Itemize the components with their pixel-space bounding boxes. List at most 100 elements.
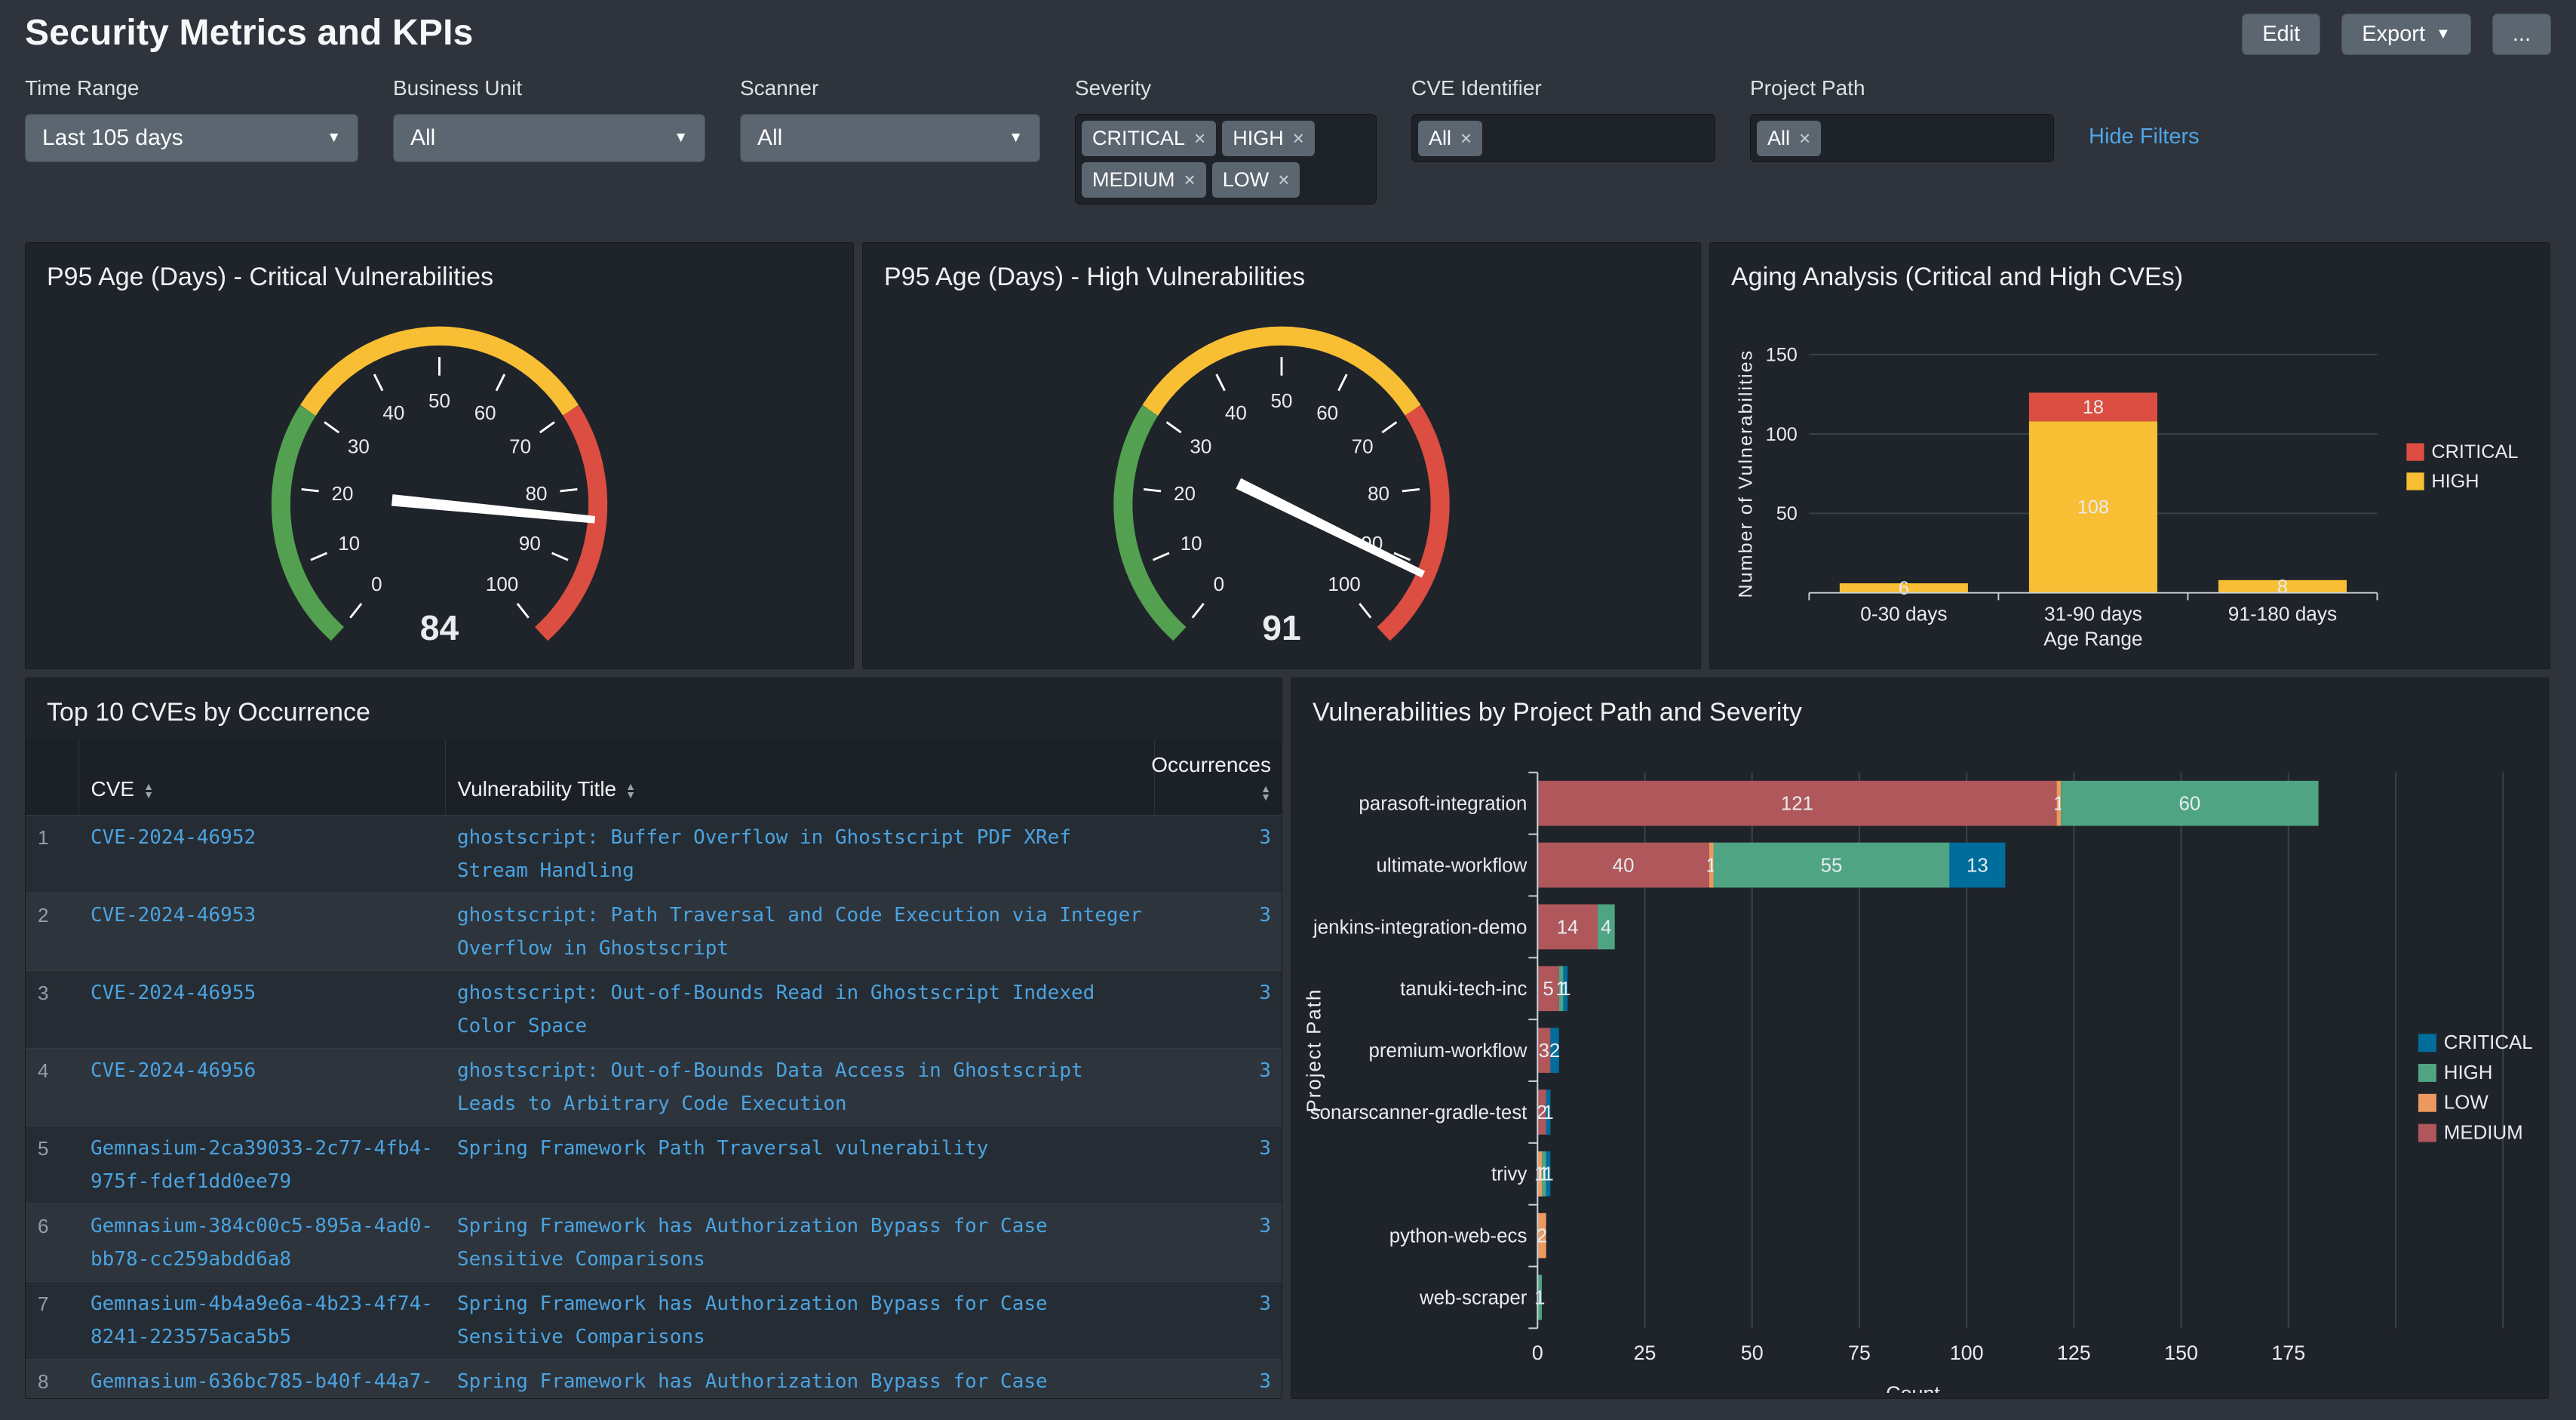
bar-value-label: 40: [1613, 856, 1635, 877]
filter-label: Business Unit: [393, 76, 705, 100]
occurrences-cell: 3: [1154, 1204, 1282, 1282]
filter-cve-identifier: CVE Identifier All×: [1411, 76, 1715, 162]
cve-identifier-input[interactable]: All×: [1411, 114, 1715, 162]
severity-token-high[interactable]: HIGH×: [1222, 121, 1315, 156]
filter-business-unit: Business Unit All ▼: [393, 76, 705, 162]
cve-link[interactable]: CVE-2024-46956: [91, 1059, 256, 1082]
bar-value-label: 1: [1543, 1164, 1553, 1185]
gauge-tick: [311, 553, 327, 560]
scanner-dropdown[interactable]: All ▼: [740, 114, 1040, 162]
close-icon[interactable]: ×: [1194, 127, 1205, 150]
occurrences-link[interactable]: 3: [1259, 1137, 1271, 1160]
occurrences-cell: 3: [1154, 1360, 1282, 1400]
vulnerability-title-link[interactable]: ghostscript: Out-of-Bounds Data Access i…: [457, 1059, 1083, 1115]
project-token-all[interactable]: All×: [1757, 121, 1821, 156]
y-axis-title: Project Path: [1304, 988, 1325, 1113]
cve-link[interactable]: CVE-2024-46955: [91, 982, 256, 1004]
vulnerability-title-link[interactable]: ghostscript: Path Traversal and Code Exe…: [457, 904, 1142, 960]
panel-grid: P95 Age (Days) - Critical Vulnerabilitie…: [0, 204, 2576, 1399]
occurrences-link[interactable]: 3: [1259, 1059, 1271, 1082]
title-column-header[interactable]: Vulnerability Title▲▼: [445, 739, 1154, 816]
table-row: 5Gemnasium-2ca39033-2c77-4fb4-975f-fdef1…: [26, 1126, 1282, 1204]
export-button[interactable]: Export▼: [2341, 14, 2471, 55]
cve-link[interactable]: Gemnasium-384c00c5-895a-4ad0-bb78-cc259a…: [91, 1215, 433, 1271]
severity-token-low[interactable]: LOW×: [1212, 162, 1300, 198]
y-category-label: tanuki-tech-inc: [1400, 979, 1527, 1000]
vulnerability-title-link[interactable]: Spring Framework has Authorization Bypas…: [457, 1292, 1048, 1348]
gauge-tick-label: 50: [428, 389, 450, 412]
vulnerability-title-link[interactable]: ghostscript: Out-of-Bounds Read in Ghost…: [457, 982, 1095, 1037]
gauge-value: 84: [420, 608, 459, 647]
edit-button[interactable]: Edit: [2242, 14, 2320, 55]
panel-top-cves: Top 10 CVEs by Occurrence CVE▲▼ Vulnerab…: [25, 678, 1282, 1399]
close-icon[interactable]: ×: [1460, 127, 1472, 150]
vulnerability-title-link[interactable]: Spring Framework has Authorization Bypas…: [457, 1215, 1048, 1271]
occurrences-link[interactable]: 3: [1259, 1292, 1271, 1315]
occurrences-link[interactable]: 3: [1259, 1370, 1271, 1393]
cve-link[interactable]: CVE-2024-46952: [91, 826, 256, 849]
bar-value-label: 14: [1557, 917, 1579, 938]
severity-token-medium[interactable]: MEDIUM×: [1082, 162, 1206, 198]
bar-value-label: 108: [2077, 497, 2109, 518]
vulnerability-title-link[interactable]: Spring Framework has Authorization Bypas…: [457, 1370, 1048, 1399]
business-unit-dropdown[interactable]: All ▼: [393, 114, 705, 162]
vulnerability-title-cell: Spring Framework has Authorization Bypas…: [445, 1360, 1154, 1400]
close-icon[interactable]: ×: [1293, 127, 1304, 150]
close-icon[interactable]: ×: [1184, 168, 1196, 192]
occurrences-link[interactable]: 3: [1259, 1215, 1271, 1237]
hide-filters: Hide Filters: [2089, 76, 2200, 149]
panel-title: P95 Age (Days) - Critical Vulnerabilitie…: [26, 243, 853, 300]
occurrences-link[interactable]: 3: [1259, 982, 1271, 1004]
cve-link[interactable]: Gemnasium-636bc785-b40f-44a7-9c71-115cc8…: [91, 1370, 433, 1399]
table-row: 3 CVE-2024-46955 ghostscript: Out-of-Bound…: [26, 971, 1282, 1049]
legend-swatch: [2406, 443, 2424, 460]
panel-gauge-high: P95 Age (Days) - High Vulnerabilities 01…: [862, 242, 1701, 669]
occurrences-column-header[interactable]: Occurrences▲▼: [1154, 739, 1282, 816]
dashboard: Security Metrics and KPIs Edit Export▼ .…: [0, 0, 2576, 1420]
bar-value-label: 5: [1543, 979, 1553, 1000]
occurrences-link[interactable]: 3: [1259, 904, 1271, 927]
close-icon[interactable]: ×: [1799, 127, 1810, 150]
gauge-tick-label: 80: [1368, 482, 1389, 505]
cve-token-all[interactable]: All×: [1418, 121, 1482, 156]
cve-link[interactable]: Gemnasium-2ca39033-2c77-4fb4-975f-fdef1d…: [91, 1137, 433, 1193]
vulnerability-title-cell: Spring Framework Path Traversal vulnerab…: [445, 1126, 1154, 1204]
project-path-input[interactable]: All×: [1750, 114, 2054, 162]
cve-cell: CVE-2024-46953: [78, 893, 445, 971]
row-number: 6: [26, 1204, 78, 1282]
filter-label: Project Path: [1750, 76, 2054, 100]
close-icon[interactable]: ×: [1278, 168, 1289, 192]
filter-label: Scanner: [740, 76, 1040, 100]
severity-token-critical[interactable]: CRITICAL×: [1082, 121, 1216, 156]
legend-label: CRITICAL: [2444, 1032, 2533, 1053]
hide-filters-link[interactable]: Hide Filters: [2089, 124, 2200, 149]
gauge-critical-chart: 010203040506070809010084: [26, 300, 853, 663]
x-tick-label: 100: [1950, 1342, 1984, 1364]
vulnerability-title-cell: ghostscript: Path Traversal and Code Exe…: [445, 893, 1154, 971]
gauge-tick-label: 60: [474, 401, 496, 424]
severity-multiselect[interactable]: CRITICAL× HIGH× MEDIUM× LOW×: [1075, 114, 1377, 204]
y-category-label: premium-workflow: [1368, 1040, 1527, 1062]
more-button[interactable]: ...: [2492, 14, 2551, 55]
x-tick-label: 175: [2271, 1342, 2305, 1364]
time-range-dropdown[interactable]: Last 105 days ▼: [25, 114, 358, 162]
gauge-tick: [1153, 553, 1169, 560]
cve-cell: Gemnasium-384c00c5-895a-4ad0-bb78-cc259a…: [78, 1204, 445, 1282]
cve-link[interactable]: CVE-2024-46953: [91, 904, 256, 927]
gauge-tick: [1402, 489, 1420, 491]
gauge-tick-label: 10: [1181, 532, 1202, 555]
x-tick-label: 75: [1848, 1342, 1871, 1364]
gauge-band: [1123, 410, 1180, 634]
legend-label: CRITICAL: [2431, 441, 2518, 463]
vulnerability-title-link[interactable]: ghostscript: Buffer Overflow in Ghostscr…: [457, 826, 1071, 882]
cve-link[interactable]: Gemnasium-4b4a9e6a-4b23-4f74-8241-223575…: [91, 1292, 433, 1348]
gauge-tick-label: 0: [1214, 573, 1224, 595]
occurrences-link[interactable]: 3: [1259, 826, 1271, 849]
panel-projects-severity: Vulnerabilities by Project Path and Seve…: [1291, 678, 2549, 1399]
occurrences-cell: 3: [1154, 1126, 1282, 1204]
vulnerability-title-link[interactable]: Spring Framework Path Traversal vulnerab…: [457, 1137, 988, 1160]
vulnerability-title-cell: ghostscript: Out-of-Bounds Read in Ghost…: [445, 971, 1154, 1049]
cve-column-header[interactable]: CVE▲▼: [78, 739, 445, 816]
x-tick-label: 150: [2164, 1342, 2198, 1364]
gauge-tick: [1217, 374, 1225, 391]
